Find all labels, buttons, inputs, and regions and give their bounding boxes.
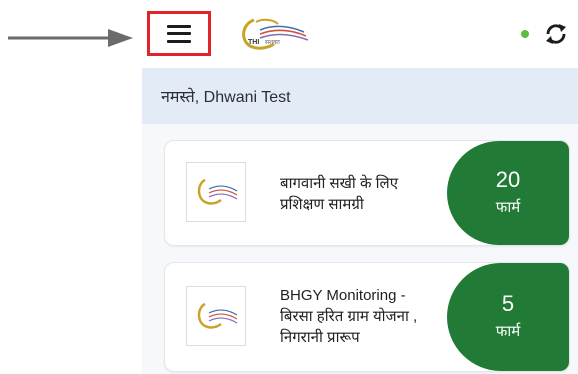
logo-text: THI bbox=[248, 39, 259, 46]
form-count: 5 bbox=[501, 291, 515, 316]
thi-logo-icon bbox=[197, 178, 238, 205]
form-thumbnail bbox=[186, 286, 246, 346]
form-count-badge: 20 फार्म bbox=[447, 141, 569, 245]
form-count-badge: 5 फार्म bbox=[447, 263, 569, 371]
form-card[interactable]: बागवानी सखी के लिए प्रशिक्षण सामग्री 20 … bbox=[164, 140, 570, 246]
form-title: बागवानी सखी के लिए प्रशिक्षण सामग्री bbox=[280, 175, 398, 213]
greeting-text: नमस्ते, Dhwani Test bbox=[161, 89, 291, 106]
form-count: 20 bbox=[495, 167, 521, 192]
menu-button[interactable] bbox=[147, 11, 211, 56]
form-card[interactable]: BHGY Monitoring - बिरसा हरित ग्राम योजना… bbox=[164, 262, 570, 372]
sync-icon[interactable] bbox=[542, 20, 570, 48]
greeting-bar: नमस्ते, Dhwani Test bbox=[142, 68, 578, 124]
form-title: BHGY Monitoring - बिरसा हरित ग्राम योजना… bbox=[280, 287, 418, 346]
hamburger-menu-icon bbox=[167, 24, 191, 43]
logo-subtext: सशक्त bbox=[265, 39, 280, 46]
app-logo: THI सशक्त bbox=[242, 18, 309, 50]
arrow-right-icon bbox=[8, 29, 133, 47]
app-bar: THI सशक्त bbox=[142, 0, 578, 69]
screenshot-stage: THI सशक्त नमस्ते, Dhwani Test बागवानी सख… bbox=[0, 0, 578, 374]
thi-logo-icon bbox=[197, 302, 238, 329]
online-status-dot bbox=[521, 30, 529, 38]
form-thumbnail bbox=[186, 162, 246, 222]
form-count-unit: फार्म bbox=[495, 323, 521, 340]
form-count-unit: फार्म bbox=[495, 199, 521, 216]
app-screen: THI सशक्त नमस्ते, Dhwani Test बागवानी सख… bbox=[142, 0, 578, 374]
